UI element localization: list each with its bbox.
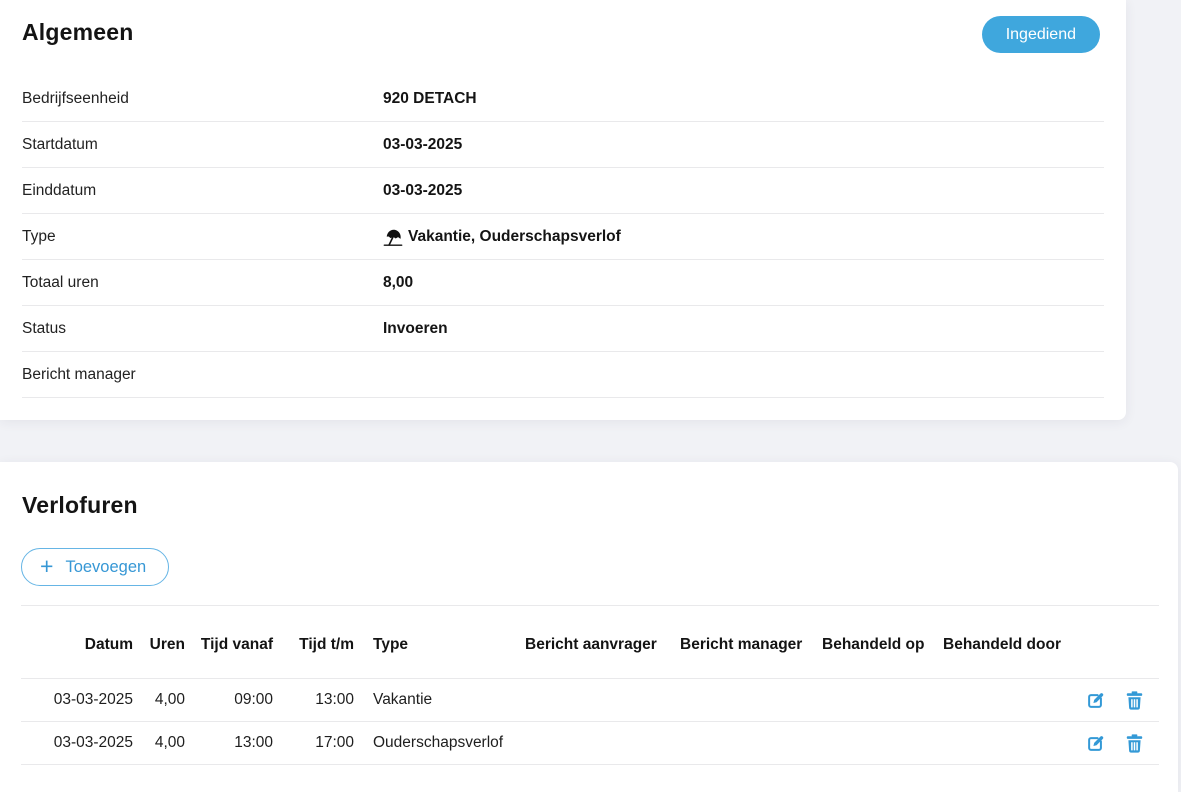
general-card: Algemeen Ingediend Bedrijfseenheid 920 D… bbox=[0, 0, 1126, 420]
table-cell: Ouderschapsverlof bbox=[359, 722, 520, 765]
field-value: 920 DETACH bbox=[383, 76, 477, 121]
table-cell: 17:00 bbox=[278, 722, 359, 765]
delete-icon[interactable] bbox=[1124, 734, 1143, 753]
table-cell: Vakantie bbox=[359, 679, 520, 722]
field-row: Bericht manager bbox=[22, 352, 1104, 398]
field-label: Type bbox=[22, 214, 56, 259]
field-value-text: 03-03-2025 bbox=[383, 136, 462, 154]
leave-card-title: Verlofuren bbox=[22, 492, 138, 519]
field-value-text: 920 DETACH bbox=[383, 90, 477, 108]
field-row: Einddatum 03-03-2025 bbox=[22, 168, 1104, 214]
table-cell bbox=[675, 679, 817, 722]
field-value-text: Invoeren bbox=[383, 320, 448, 338]
plus-icon: + bbox=[40, 555, 53, 578]
column-header: Behandeld op bbox=[817, 606, 938, 679]
column-header: Bericht aanvrager bbox=[520, 606, 675, 679]
table-cell: 13:00 bbox=[190, 722, 278, 765]
column-header: Datum bbox=[21, 606, 138, 679]
table-row: 03-03-20254,0009:0013:00Vakantie bbox=[21, 679, 1159, 722]
field-row: Type Vakantie, Ouderschapsverlof bbox=[22, 214, 1104, 260]
field-label: Totaal uren bbox=[22, 260, 99, 305]
field-row: Bedrijfseenheid 920 DETACH bbox=[22, 76, 1104, 122]
field-value: 8,00 bbox=[383, 260, 413, 305]
column-header: Bericht manager bbox=[675, 606, 817, 679]
field-value-text: Vakantie, Ouderschapsverlof bbox=[408, 228, 621, 246]
table-cell: 13:00 bbox=[278, 679, 359, 722]
table-row: 03-03-20254,0013:0017:00Ouderschapsverlo… bbox=[21, 722, 1159, 765]
field-row: Status Invoeren bbox=[22, 306, 1104, 352]
general-card-title: Algemeen bbox=[22, 19, 134, 46]
field-label: Einddatum bbox=[22, 168, 96, 213]
table-header-row: DatumUrenTijd vanafTijd t/mTypeBericht a… bbox=[21, 606, 1159, 679]
add-leave-button[interactable]: + Toevoegen bbox=[21, 548, 169, 586]
table-cell bbox=[938, 722, 1068, 765]
table-cell bbox=[520, 722, 675, 765]
column-header: Tijd vanaf bbox=[190, 606, 278, 679]
delete-icon[interactable] bbox=[1124, 691, 1143, 710]
field-value-text: 8,00 bbox=[383, 274, 413, 292]
field-value: 03-03-2025 bbox=[383, 122, 462, 167]
table-cell bbox=[817, 722, 938, 765]
leave-hours-table: DatumUrenTijd vanafTijd t/mTypeBericht a… bbox=[21, 605, 1159, 765]
column-header: Tijd t/m bbox=[278, 606, 359, 679]
field-value: Vakantie, Ouderschapsverlof bbox=[383, 214, 621, 259]
row-actions-cell bbox=[1068, 722, 1159, 765]
field-label: Bericht manager bbox=[22, 352, 136, 397]
leave-hours-card: Verlofuren + Toevoegen DatumUrenTijd van… bbox=[0, 462, 1178, 792]
column-header: Uren bbox=[138, 606, 190, 679]
status-badge: Ingediend bbox=[982, 16, 1100, 53]
table-cell: 4,00 bbox=[138, 679, 190, 722]
field-label: Bedrijfseenheid bbox=[22, 76, 129, 121]
beach-umbrella-icon bbox=[383, 227, 403, 247]
field-value-text: 03-03-2025 bbox=[383, 182, 462, 200]
field-row: Startdatum 03-03-2025 bbox=[22, 122, 1104, 168]
column-header: Type bbox=[359, 606, 520, 679]
field-value: 03-03-2025 bbox=[383, 168, 462, 213]
table-cell: 4,00 bbox=[138, 722, 190, 765]
edit-icon[interactable] bbox=[1086, 691, 1105, 710]
general-fields: Bedrijfseenheid 920 DETACH Startdatum bbox=[0, 76, 1126, 398]
add-leave-button-label: Toevoegen bbox=[65, 558, 146, 577]
field-value: Invoeren bbox=[383, 306, 448, 351]
table-cell bbox=[675, 722, 817, 765]
column-header: Behandeld door bbox=[938, 606, 1068, 679]
field-label: Startdatum bbox=[22, 122, 98, 167]
table-cell bbox=[938, 679, 1068, 722]
table-cell: 09:00 bbox=[190, 679, 278, 722]
field-label: Status bbox=[22, 306, 66, 351]
field-row: Totaal uren 8,00 bbox=[22, 260, 1104, 306]
table-cell: 03-03-2025 bbox=[21, 722, 138, 765]
edit-icon[interactable] bbox=[1086, 734, 1105, 753]
table-cell: 03-03-2025 bbox=[21, 679, 138, 722]
row-actions-cell bbox=[1068, 679, 1159, 722]
table-cell bbox=[817, 679, 938, 722]
table-cell bbox=[520, 679, 675, 722]
